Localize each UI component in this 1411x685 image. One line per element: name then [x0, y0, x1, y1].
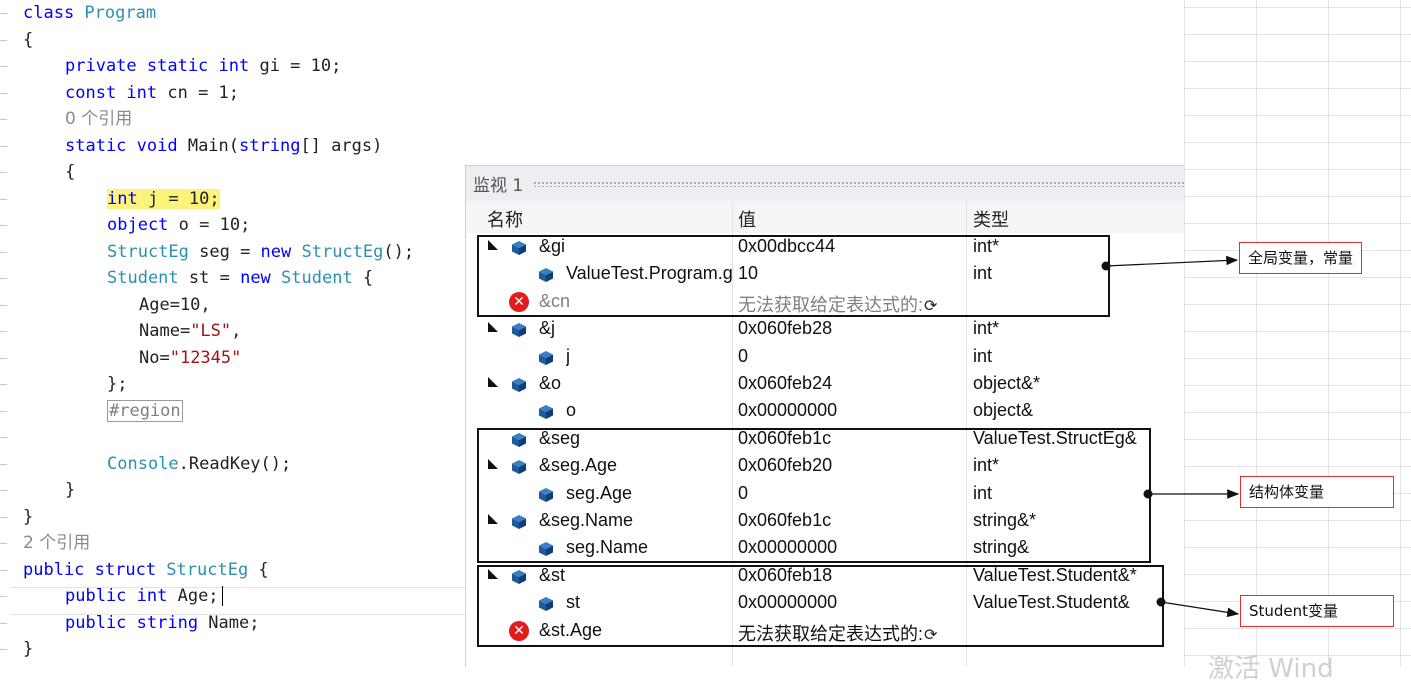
- arrow-global: [1105, 255, 1239, 267]
- annotation-arrows: [1101, 255, 1240, 618]
- activation-watermark: 激活 Wind: [1208, 654, 1334, 684]
- arrow-student: [1160, 601, 1240, 618]
